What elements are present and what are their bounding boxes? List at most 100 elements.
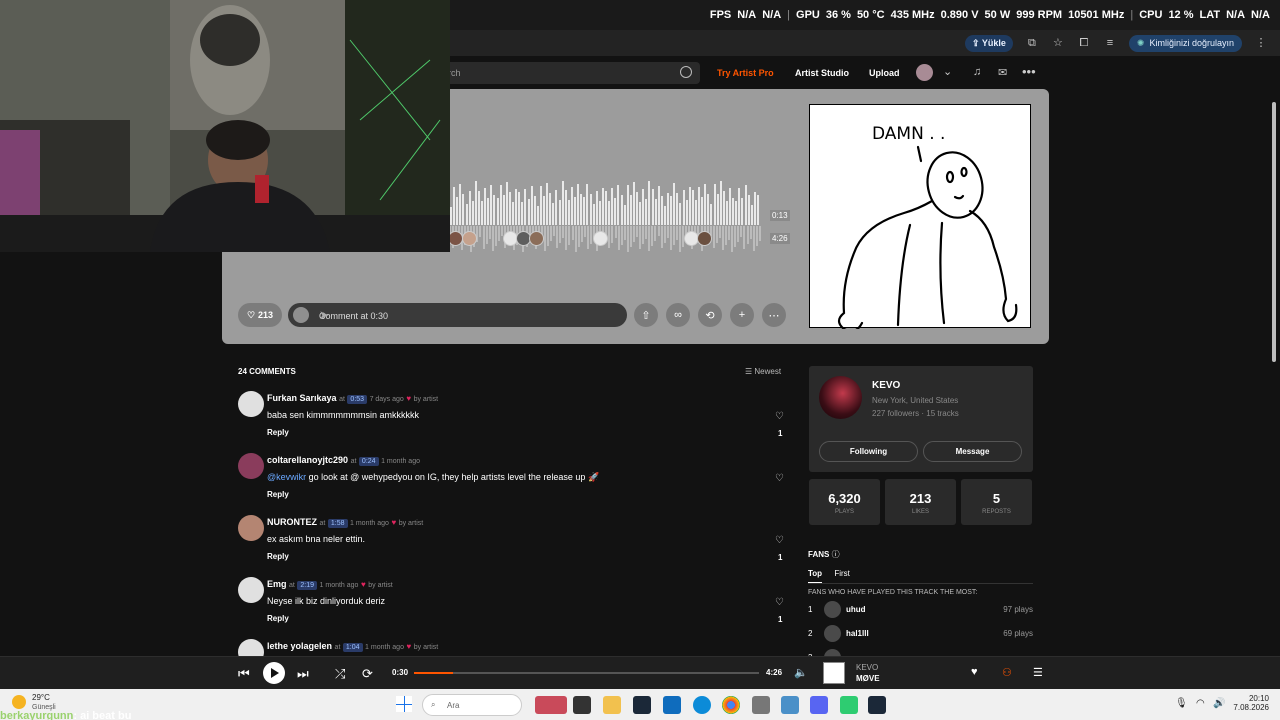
file-explorer-icon[interactable] xyxy=(603,696,621,714)
comment-mention[interactable]: @kevwikr xyxy=(267,472,306,482)
speaker-icon[interactable]: 🔊 xyxy=(1213,698,1225,709)
chrome-icon[interactable] xyxy=(722,696,740,714)
player-artwork[interactable] xyxy=(823,662,845,684)
comment-timestamp[interactable]: 1:04 xyxy=(342,643,363,652)
comment-avatar[interactable] xyxy=(238,453,264,479)
comment-timestamp[interactable]: 2:19 xyxy=(297,581,318,590)
outlook-icon[interactable] xyxy=(663,696,681,714)
repost-button[interactable]: ⟲ xyxy=(698,303,722,327)
comment-marker-avatar[interactable] xyxy=(529,231,544,246)
comment-like-icon[interactable]: ♡ xyxy=(775,411,784,422)
likes-stat[interactable]: 213 LIKES xyxy=(885,479,956,525)
fan-name[interactable]: uhud xyxy=(846,605,866,614)
comment-like-icon[interactable]: ♡ xyxy=(775,473,784,484)
scrollbar[interactable] xyxy=(1271,89,1278,659)
widget-app-icon[interactable] xyxy=(535,696,567,714)
heart-icon[interactable]: ♥ xyxy=(971,666,978,678)
upload-link[interactable]: Upload xyxy=(869,68,900,78)
previous-icon[interactable]: ⏮ xyxy=(238,666,250,682)
fan-row[interactable]: 3 xyxy=(808,649,1033,656)
comment-user[interactable]: Furkan Sarıkaya xyxy=(267,393,337,403)
bell-icon[interactable]: ♫ xyxy=(973,66,981,78)
share-button[interactable]: ⇧ xyxy=(634,303,658,327)
next-icon[interactable]: ⏭ xyxy=(297,666,309,682)
reply-button[interactable]: Reply xyxy=(267,552,289,561)
comment-like-icon[interactable]: ♡ xyxy=(775,535,784,546)
play-button[interactable] xyxy=(263,662,285,684)
comment-user[interactable]: lethe yolagelen xyxy=(267,641,332,651)
comment-avatar[interactable] xyxy=(238,515,264,541)
search-icon[interactable] xyxy=(680,66,692,78)
fan-row[interactable]: 2 hal1lll 69 plays xyxy=(808,625,1033,643)
artist-avatar[interactable] xyxy=(819,376,862,419)
artist-name[interactable]: KEVO xyxy=(872,380,900,391)
tab-first[interactable]: First xyxy=(834,569,850,578)
comment-timestamp[interactable]: 0:53 xyxy=(347,395,368,404)
info-icon[interactable]: ⓘ xyxy=(832,550,840,559)
send-icon[interactable]: ➤ xyxy=(319,308,615,322)
discord-icon[interactable] xyxy=(810,696,828,714)
extensions-icon[interactable]: ⧠ xyxy=(1077,36,1091,50)
add-to-playlist-button[interactable]: + xyxy=(730,303,754,327)
start-icon[interactable] xyxy=(396,696,412,712)
settings-icon[interactable] xyxy=(752,696,770,714)
fan-name[interactable]: hal1lll xyxy=(846,629,869,638)
app-icon-2[interactable] xyxy=(840,696,858,714)
taskbar-search[interactable]: ⌕ Ara xyxy=(422,694,522,716)
steam-icon[interactable] xyxy=(633,696,651,714)
mail-icon[interactable]: ✉ xyxy=(998,66,1007,79)
comment-timestamp[interactable]: 1:58 xyxy=(327,519,348,528)
chevron-down-icon[interactable]: ⌄ xyxy=(943,65,952,78)
copy-link-button[interactable]: ∞ xyxy=(666,303,690,327)
translate-icon[interactable]: ⧉ xyxy=(1025,36,1039,50)
clock[interactable]: 20:10 7.08.2026 xyxy=(1231,694,1269,712)
follow-icon[interactable]: ⚇ xyxy=(1002,666,1012,679)
edge-icon[interactable] xyxy=(693,696,711,714)
tab-top[interactable]: Top xyxy=(808,569,823,583)
player-title[interactable]: MØVE xyxy=(856,674,880,683)
comment-like-icon[interactable]: ♡ xyxy=(775,597,784,608)
steam-icon-2[interactable] xyxy=(868,696,886,714)
mic-icon[interactable]: 🎙 xyxy=(1175,698,1188,709)
waveform[interactable] xyxy=(450,180,762,225)
app-icon[interactable] xyxy=(781,696,799,714)
comment-avatar[interactable] xyxy=(238,577,264,603)
repeat-icon[interactable]: ⟳ xyxy=(362,666,373,682)
artist-studio-link[interactable]: Artist Studio xyxy=(795,68,849,78)
message-button[interactable]: Message xyxy=(923,441,1022,462)
comment-timestamp[interactable]: 0:24 xyxy=(358,457,379,466)
comment-marker-avatar[interactable] xyxy=(462,231,477,246)
wifi-icon[interactable]: ◠ xyxy=(1196,698,1205,709)
volume-icon[interactable]: 🔈 xyxy=(794,666,808,679)
kebab-menu-icon[interactable]: ⋮ xyxy=(1254,36,1268,50)
progress-bar[interactable] xyxy=(414,672,759,674)
reply-button[interactable]: Reply xyxy=(267,490,289,499)
player-artist[interactable]: KEVO xyxy=(856,663,878,672)
identity-button[interactable]: ✺ Kimliğinizi doğrulayın xyxy=(1128,34,1242,52)
comment-avatar[interactable] xyxy=(238,391,264,417)
reading-list-icon[interactable]: ≡ xyxy=(1103,36,1117,50)
more-icon[interactable]: ••• xyxy=(1022,64,1036,79)
fan-row[interactable]: 1 uhud 97 plays xyxy=(808,601,1033,619)
reply-button[interactable]: Reply xyxy=(267,614,289,623)
shuffle-icon[interactable]: ⤮ xyxy=(335,666,345,682)
reposts-stat[interactable]: 5 REPOSTS xyxy=(961,479,1032,525)
star-icon[interactable]: ☆ xyxy=(1051,36,1065,50)
scrollbar-thumb[interactable] xyxy=(1272,102,1276,362)
comment-input[interactable]: Comment at 0:30 ➤ xyxy=(288,303,627,327)
comment-user[interactable]: NURONTEZ xyxy=(267,517,317,527)
comment-user[interactable]: Emg xyxy=(267,579,287,589)
comment-avatar[interactable] xyxy=(238,639,264,656)
comment-marker-avatar[interactable] xyxy=(448,231,463,246)
like-pill[interactable]: ♡ 213 xyxy=(238,303,282,327)
more-actions-button[interactable]: ⋯ xyxy=(762,303,786,327)
following-button[interactable]: Following xyxy=(819,441,918,462)
user-avatar[interactable] xyxy=(916,64,933,81)
search-input[interactable]: rch xyxy=(440,62,700,84)
reply-button[interactable]: Reply xyxy=(267,428,289,437)
try-artist-pro-link[interactable]: Try Artist Pro xyxy=(717,68,774,78)
comment-marker-avatar[interactable] xyxy=(593,231,608,246)
task-view-icon[interactable] xyxy=(573,696,591,714)
comment-user[interactable]: coltarellanoyjtc290 xyxy=(267,455,348,465)
sort-dropdown[interactable]: ☰ Newest xyxy=(745,367,781,376)
